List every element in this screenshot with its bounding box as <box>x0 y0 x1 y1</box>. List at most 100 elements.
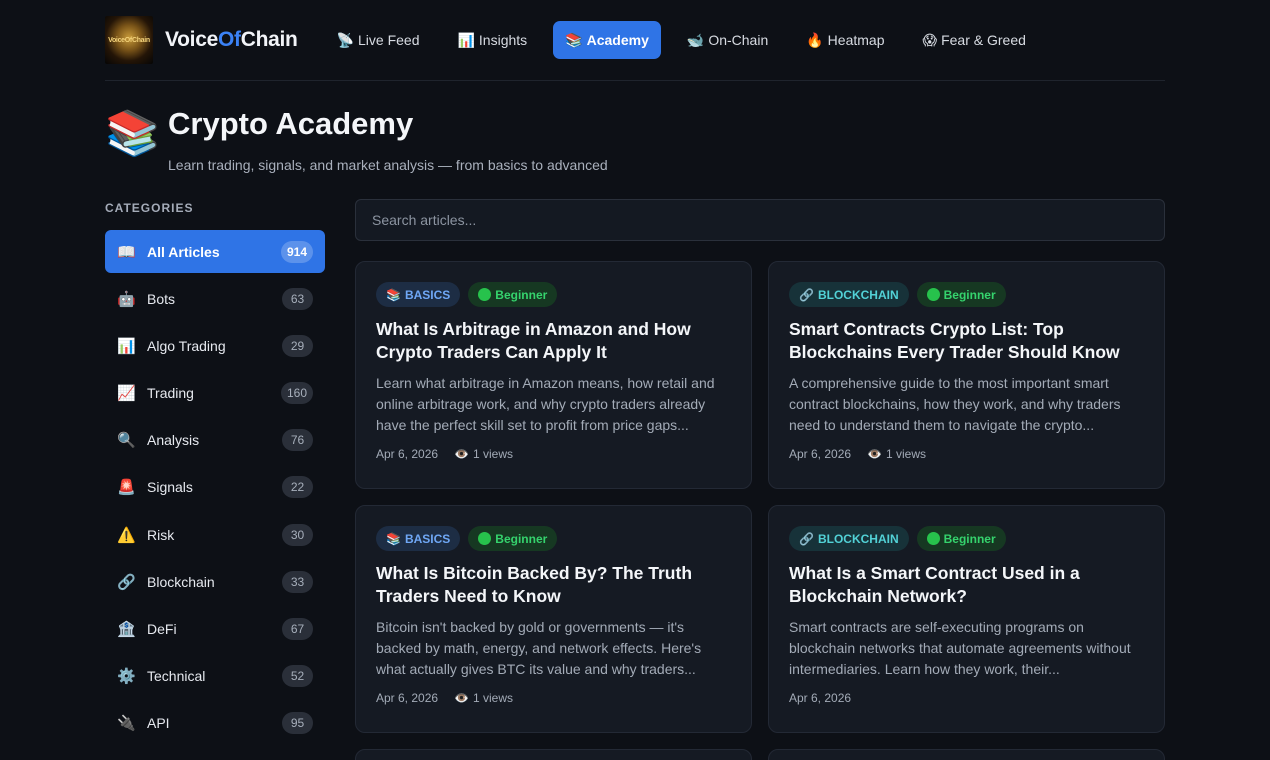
logo-image[interactable]: VoiceOfChain <box>105 16 153 64</box>
page: VoiceOfChain VoiceOfChain 📡 Live Feed 📊 … <box>105 0 1165 760</box>
article-views: 👁️ 1 views <box>867 447 926 461</box>
screaming-face-icon: 😱 <box>922 31 938 48</box>
link-icon: 🔗 <box>117 573 136 591</box>
nav-live-feed[interactable]: 📡 Live Feed <box>325 21 432 59</box>
level-tag: Beginner <box>916 282 1006 307</box>
nav-heatmap[interactable]: 🔥 Heatmap <box>794 21 896 59</box>
category-sidebar: CATEGORIES 📖 All Articles 914 🤖 Bots 63 … <box>105 201 325 749</box>
category-count: 52 <box>282 665 313 688</box>
bar-chart-icon: 📊 <box>457 31 475 48</box>
main-nav: 📡 Live Feed 📊 Insights 📚 Academy 🐋 On-Ch… <box>325 21 1052 59</box>
article-title[interactable]: What Is Arbitrage in Amazon and How Cryp… <box>376 318 731 364</box>
category-risk[interactable]: ⚠️ Risk 30 <box>105 513 325 556</box>
article-meta: Apr 6, 2026 👁️ 1 views <box>789 447 1144 461</box>
category-count: 33 <box>282 570 313 593</box>
article-meta: Apr 6, 2026 <box>789 691 1144 705</box>
category-tag[interactable]: 📚 BASICS <box>376 526 461 551</box>
category-label: Analysis <box>147 432 200 449</box>
nav-label: Insights <box>478 32 528 48</box>
eye-icon: 👁️ <box>454 447 469 461</box>
article-card[interactable]: 📚 BASICS Beginner What Is Arbitrage in A… <box>355 261 752 489</box>
article-tags: 📚 BASICS Beginner <box>376 526 731 552</box>
green-circle-icon <box>478 532 492 545</box>
link-icon: 🔗 <box>799 287 814 302</box>
nav-label: Live Feed <box>358 32 420 48</box>
category-bots[interactable]: 🤖 Bots 63 <box>105 277 325 320</box>
category-tag[interactable]: 🔗 BLOCKCHAIN <box>789 282 909 307</box>
category-trading[interactable]: 📈 Trading 160 <box>105 372 325 415</box>
article-card[interactable]: 🔗 BLOCKCHAIN Beginner What Is a Smart Co… <box>768 505 1165 733</box>
brand-chain: Chain <box>240 28 298 51</box>
open-book-icon: 📖 <box>117 243 136 261</box>
article-tags: 📚 BASICS Beginner <box>376 282 731 308</box>
article-card[interactable]: 🔗 BLOCKCHAIN Beginner Smart Contracts Cr… <box>768 261 1165 489</box>
category-label: Blockchain <box>147 573 215 590</box>
page-header: 📚 Crypto Academy Learn trading, signals,… <box>105 106 608 173</box>
nav-label: On-Chain <box>708 32 769 48</box>
level-tag: Beginner <box>916 526 1006 551</box>
books-icon: 📚 <box>386 287 401 302</box>
logo-text: VoiceOfChain <box>108 36 150 44</box>
nav-insights[interactable]: 📊 Insights <box>445 21 539 59</box>
brand-of: Of <box>217 28 241 51</box>
category-count: 22 <box>282 476 313 499</box>
article-card[interactable] <box>768 749 1165 760</box>
level-tag-label: Beginner <box>495 287 548 302</box>
article-views: 👁️ 1 views <box>454 447 513 461</box>
category-label: Algo Trading <box>147 337 226 354</box>
gear-icon: ⚙️ <box>117 668 136 686</box>
category-label: DeFi <box>147 621 177 637</box>
brand-name[interactable]: VoiceOfChain <box>165 28 298 52</box>
articles-area: 📚 BASICS Beginner What Is Arbitrage in A… <box>355 199 1165 760</box>
category-count: 67 <box>282 618 313 640</box>
green-circle-icon <box>478 288 492 301</box>
brand-voice: Voice <box>165 28 218 51</box>
article-card[interactable] <box>355 749 752 760</box>
top-navigation-bar: VoiceOfChain VoiceOfChain 📡 Live Feed 📊 … <box>105 0 1165 81</box>
article-date: Apr 6, 2026 <box>789 447 852 461</box>
category-defi[interactable]: 🏦 DeFi 67 <box>105 608 325 651</box>
category-algo-trading[interactable]: 📊 Algo Trading 29 <box>105 324 325 367</box>
category-tag[interactable]: 🔗 BLOCKCHAIN <box>789 526 909 551</box>
nav-on-chain[interactable]: 🐋 On-Chain <box>675 21 780 59</box>
chart-increasing-icon: 📈 <box>117 385 136 403</box>
category-count: 76 <box>282 429 313 452</box>
views-count: 1 views <box>886 447 927 461</box>
books-icon: 📚 <box>386 531 401 546</box>
bar-chart-icon: 📊 <box>117 337 136 355</box>
categories-heading: CATEGORIES <box>105 201 194 215</box>
robot-icon: 🤖 <box>117 290 136 308</box>
search-input[interactable] <box>355 199 1165 241</box>
article-title[interactable]: What Is a Smart Contract Used in a Block… <box>789 562 1144 608</box>
category-label: API <box>147 715 170 732</box>
nav-fear-greed[interactable]: 😱 Fear & Greed <box>910 21 1037 59</box>
page-title: Crypto Academy <box>168 106 414 141</box>
category-blockchain[interactable]: 🔗 Blockchain 33 <box>105 560 325 603</box>
books-icon: 📚 <box>105 109 160 158</box>
category-count: 63 <box>282 287 313 310</box>
category-technical[interactable]: ⚙️ Technical 52 <box>105 655 325 698</box>
category-label: Signals <box>147 479 193 496</box>
article-description: Learn what arbitrage in Amazon means, ho… <box>376 375 715 433</box>
category-signals[interactable]: 🚨 Signals 22 <box>105 466 325 509</box>
article-card[interactable]: 📚 BASICS Beginner What Is Bitcoin Backed… <box>355 505 752 733</box>
article-description: Bitcoin isn't backed by gold or governme… <box>376 619 702 677</box>
category-analysis[interactable]: 🔍 Analysis 76 <box>105 419 325 462</box>
fire-icon: 🔥 <box>806 31 824 48</box>
category-api[interactable]: 🔌 API 95 <box>105 702 325 745</box>
category-count: 30 <box>282 523 313 546</box>
nav-academy[interactable]: 📚 Academy <box>553 21 661 59</box>
article-title[interactable]: Smart Contracts Crypto List: Top Blockch… <box>789 318 1144 364</box>
category-tag[interactable]: 📚 BASICS <box>376 282 461 307</box>
level-tag-label: Beginner <box>495 531 548 546</box>
level-tag: Beginner <box>468 526 558 551</box>
article-title[interactable]: What Is Bitcoin Backed By? The Truth Tra… <box>376 562 731 608</box>
category-label: Technical <box>147 668 206 685</box>
category-label: All Articles <box>147 243 220 260</box>
category-all-articles[interactable]: 📖 All Articles 914 <box>105 230 325 273</box>
green-circle-icon <box>926 288 940 301</box>
category-count: 95 <box>282 712 313 735</box>
satellite-antenna-icon: 📡 <box>336 31 354 48</box>
category-tag-label: BLOCKCHAIN <box>817 531 899 546</box>
whale-icon: 🐋 <box>686 31 705 48</box>
